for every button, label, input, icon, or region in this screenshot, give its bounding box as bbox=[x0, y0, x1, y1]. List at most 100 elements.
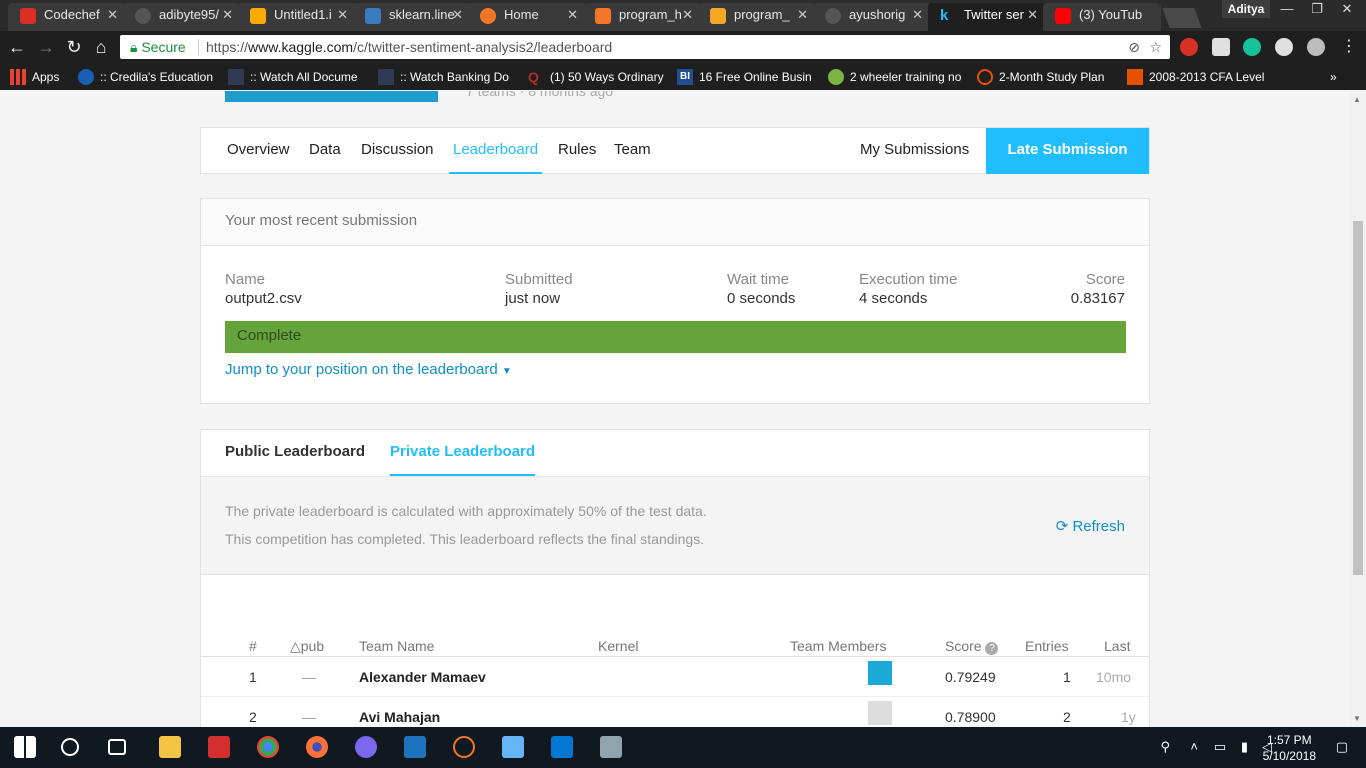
tab-team[interactable]: Team bbox=[614, 128, 651, 174]
competition-meta: 7 teams · 8 months ago bbox=[466, 91, 614, 99]
close-icon[interactable]: ✕ bbox=[567, 3, 578, 27]
study-plan-icon bbox=[977, 69, 993, 85]
close-icon[interactable]: ✕ bbox=[797, 3, 808, 27]
windows-start-icon[interactable] bbox=[14, 736, 36, 758]
translate-icon[interactable]: ⊘ bbox=[1128, 35, 1140, 59]
tab-overview[interactable]: Overview bbox=[227, 128, 290, 174]
close-icon[interactable]: ✕ bbox=[682, 3, 693, 27]
devcpp-icon[interactable] bbox=[404, 736, 426, 758]
close-window-button[interactable]: ✕ bbox=[1332, 0, 1362, 18]
team-name-cell[interactable]: Avi Mahajan bbox=[359, 709, 440, 725]
acrobat-icon[interactable] bbox=[208, 736, 230, 758]
reload-button[interactable]: ↻ bbox=[63, 36, 85, 58]
remote-desktop-icon[interactable] bbox=[600, 736, 622, 758]
jump-to-position-link[interactable]: Jump to your position on the leaderboard… bbox=[225, 361, 512, 378]
bookmark-credila[interactable]: :: Credila's Education bbox=[78, 68, 218, 86]
browser-tab-codechef[interactable]: Codechef ✕ bbox=[8, 3, 126, 31]
browser-tab-program-h[interactable]: program_h ✕ bbox=[583, 3, 701, 31]
menu-icon[interactable]: ⋮ bbox=[1338, 36, 1360, 58]
rank-cell: 2 bbox=[249, 709, 257, 725]
back-button[interactable]: ← bbox=[6, 36, 28, 58]
status-complete-bar: Complete bbox=[225, 321, 1126, 353]
bookmark-wheeler[interactable]: 2 wheeler training no bbox=[828, 68, 968, 86]
tab-leaderboard[interactable]: Leaderboard bbox=[449, 128, 543, 174]
bookmark-watch-banking[interactable]: :: Watch Banking Do bbox=[378, 68, 516, 86]
youtube-icon bbox=[1055, 8, 1071, 24]
my-submissions-link[interactable]: My Submissions bbox=[860, 128, 969, 174]
more-bookmarks-icon[interactable]: » bbox=[1330, 68, 1337, 86]
forward-button[interactable]: → bbox=[35, 36, 57, 58]
task-view-icon[interactable] bbox=[108, 739, 126, 755]
team-name-cell[interactable]: Alexander Mamaev bbox=[359, 669, 486, 685]
close-icon[interactable]: ✕ bbox=[452, 3, 463, 27]
browser-tab-colab[interactable]: Untitled1.i ✕ bbox=[238, 3, 356, 31]
minimize-button[interactable]: — bbox=[1272, 0, 1302, 18]
extension-icon[interactable] bbox=[1307, 38, 1325, 56]
caret-down-icon: ▼ bbox=[501, 366, 512, 377]
close-icon[interactable]: ✕ bbox=[912, 3, 923, 27]
help-icon[interactable]: ? bbox=[985, 642, 999, 655]
bookmark-apps[interactable]: Apps bbox=[10, 68, 72, 86]
new-tab-button[interactable] bbox=[1162, 8, 1202, 28]
tor-icon[interactable] bbox=[355, 736, 377, 758]
tab-title: ayushorig bbox=[849, 7, 906, 22]
tab-private-leaderboard[interactable]: Private Leaderboard bbox=[390, 430, 536, 476]
page-content: 7 teams · 8 months ago Overview Data Dis… bbox=[0, 91, 1350, 727]
notifications-icon[interactable]: ▢ bbox=[1336, 739, 1348, 755]
address-bar[interactable]: 🔒︎ Secure https://www.kaggle.com/c/twitt… bbox=[120, 35, 1170, 59]
file-explorer-icon[interactable] bbox=[159, 736, 181, 758]
grammarly-icon[interactable] bbox=[1243, 38, 1261, 56]
battery-icon[interactable]: ▮ bbox=[1241, 739, 1248, 755]
maximize-button[interactable]: ❐ bbox=[1302, 0, 1332, 18]
system-clock[interactable]: 1:57 PM 5/10/2018 bbox=[1263, 732, 1316, 764]
browser-tab-sklearn[interactable]: sklearn.line ✕ bbox=[353, 3, 471, 31]
refresh-icon: ⟳ bbox=[1055, 518, 1069, 535]
bookmark-quora[interactable]: Q (1) 50 Ways Ordinary bbox=[528, 68, 666, 86]
browser-tab-home[interactable]: Home ✕ bbox=[468, 3, 586, 31]
browser-tab-twitter-sentiment[interactable]: k Twitter ser ✕ bbox=[928, 3, 1046, 31]
late-submission-button[interactable]: Late Submission bbox=[986, 128, 1149, 174]
browser-tab-youtube[interactable]: (3) YouTub bbox=[1043, 3, 1161, 31]
tab-discussion[interactable]: Discussion bbox=[361, 128, 434, 174]
scroll-up-icon[interactable]: ▲ bbox=[1353, 95, 1361, 104]
home-button[interactable]: ⌂ bbox=[90, 36, 112, 58]
star-icon[interactable]: ☆ bbox=[1149, 35, 1162, 59]
paint-icon[interactable] bbox=[502, 736, 524, 758]
avatar[interactable] bbox=[868, 661, 892, 685]
close-icon[interactable]: ✕ bbox=[337, 3, 348, 27]
avatar[interactable] bbox=[868, 701, 892, 725]
page-scrollbar[interactable]: ▲ ▼ bbox=[1350, 91, 1366, 727]
extension-adblock-icon[interactable] bbox=[1180, 38, 1198, 56]
close-icon[interactable]: ✕ bbox=[1027, 3, 1038, 27]
scroll-down-icon[interactable]: ▼ bbox=[1353, 714, 1361, 723]
tab-data[interactable]: Data bbox=[309, 128, 341, 174]
scrollbar-thumb[interactable] bbox=[1353, 221, 1363, 575]
bookmark-watch-all[interactable]: :: Watch All Docume bbox=[228, 68, 368, 86]
jupyter-icon[interactable] bbox=[453, 736, 475, 758]
profile-button[interactable]: Aditya bbox=[1222, 0, 1270, 18]
table-row[interactable]: 1 — Alexander Mamaev 0.79249 1 10mo bbox=[201, 657, 1149, 697]
bookmark-cfa[interactable]: 2008-2013 CFA Level bbox=[1127, 68, 1267, 86]
bookmark-study-plan[interactable]: 2-Month Study Plan bbox=[977, 68, 1117, 86]
close-icon[interactable]: ✕ bbox=[222, 3, 233, 27]
network-icon[interactable]: ▭ bbox=[1214, 739, 1226, 755]
tray-expand-icon[interactable]: ˄ bbox=[1190, 739, 1198, 754]
people-icon[interactable]: ⚲ bbox=[1160, 739, 1170, 755]
tab-public-leaderboard[interactable]: Public Leaderboard bbox=[225, 430, 365, 476]
bookmark-free-online[interactable]: BI 16 Free Online Busin bbox=[677, 68, 817, 86]
firefox-icon[interactable] bbox=[306, 736, 328, 758]
refresh-button[interactable]: ⟳ Refresh bbox=[1056, 517, 1125, 535]
table-row[interactable]: 2 — Avi Mahajan 0.78900 2 1y bbox=[201, 697, 1149, 727]
vscode-icon[interactable] bbox=[551, 736, 573, 758]
close-icon[interactable]: ✕ bbox=[107, 3, 118, 27]
browser-tab-ayushorig[interactable]: ayushorig ✕ bbox=[813, 3, 931, 31]
cortana-icon[interactable] bbox=[61, 738, 79, 756]
chrome-icon[interactable] bbox=[257, 736, 279, 758]
tab-rules[interactable]: Rules bbox=[558, 128, 596, 174]
extension-mail-icon[interactable] bbox=[1212, 38, 1230, 56]
secure-indicator[interactable]: 🔒︎ Secure bbox=[130, 35, 186, 59]
competition-banner-image bbox=[225, 91, 438, 102]
browser-tab-github[interactable]: adibyte95/ ✕ bbox=[123, 3, 241, 31]
drive-icon[interactable] bbox=[1275, 38, 1293, 56]
browser-tab-program[interactable]: program_ ✕ bbox=[698, 3, 816, 31]
